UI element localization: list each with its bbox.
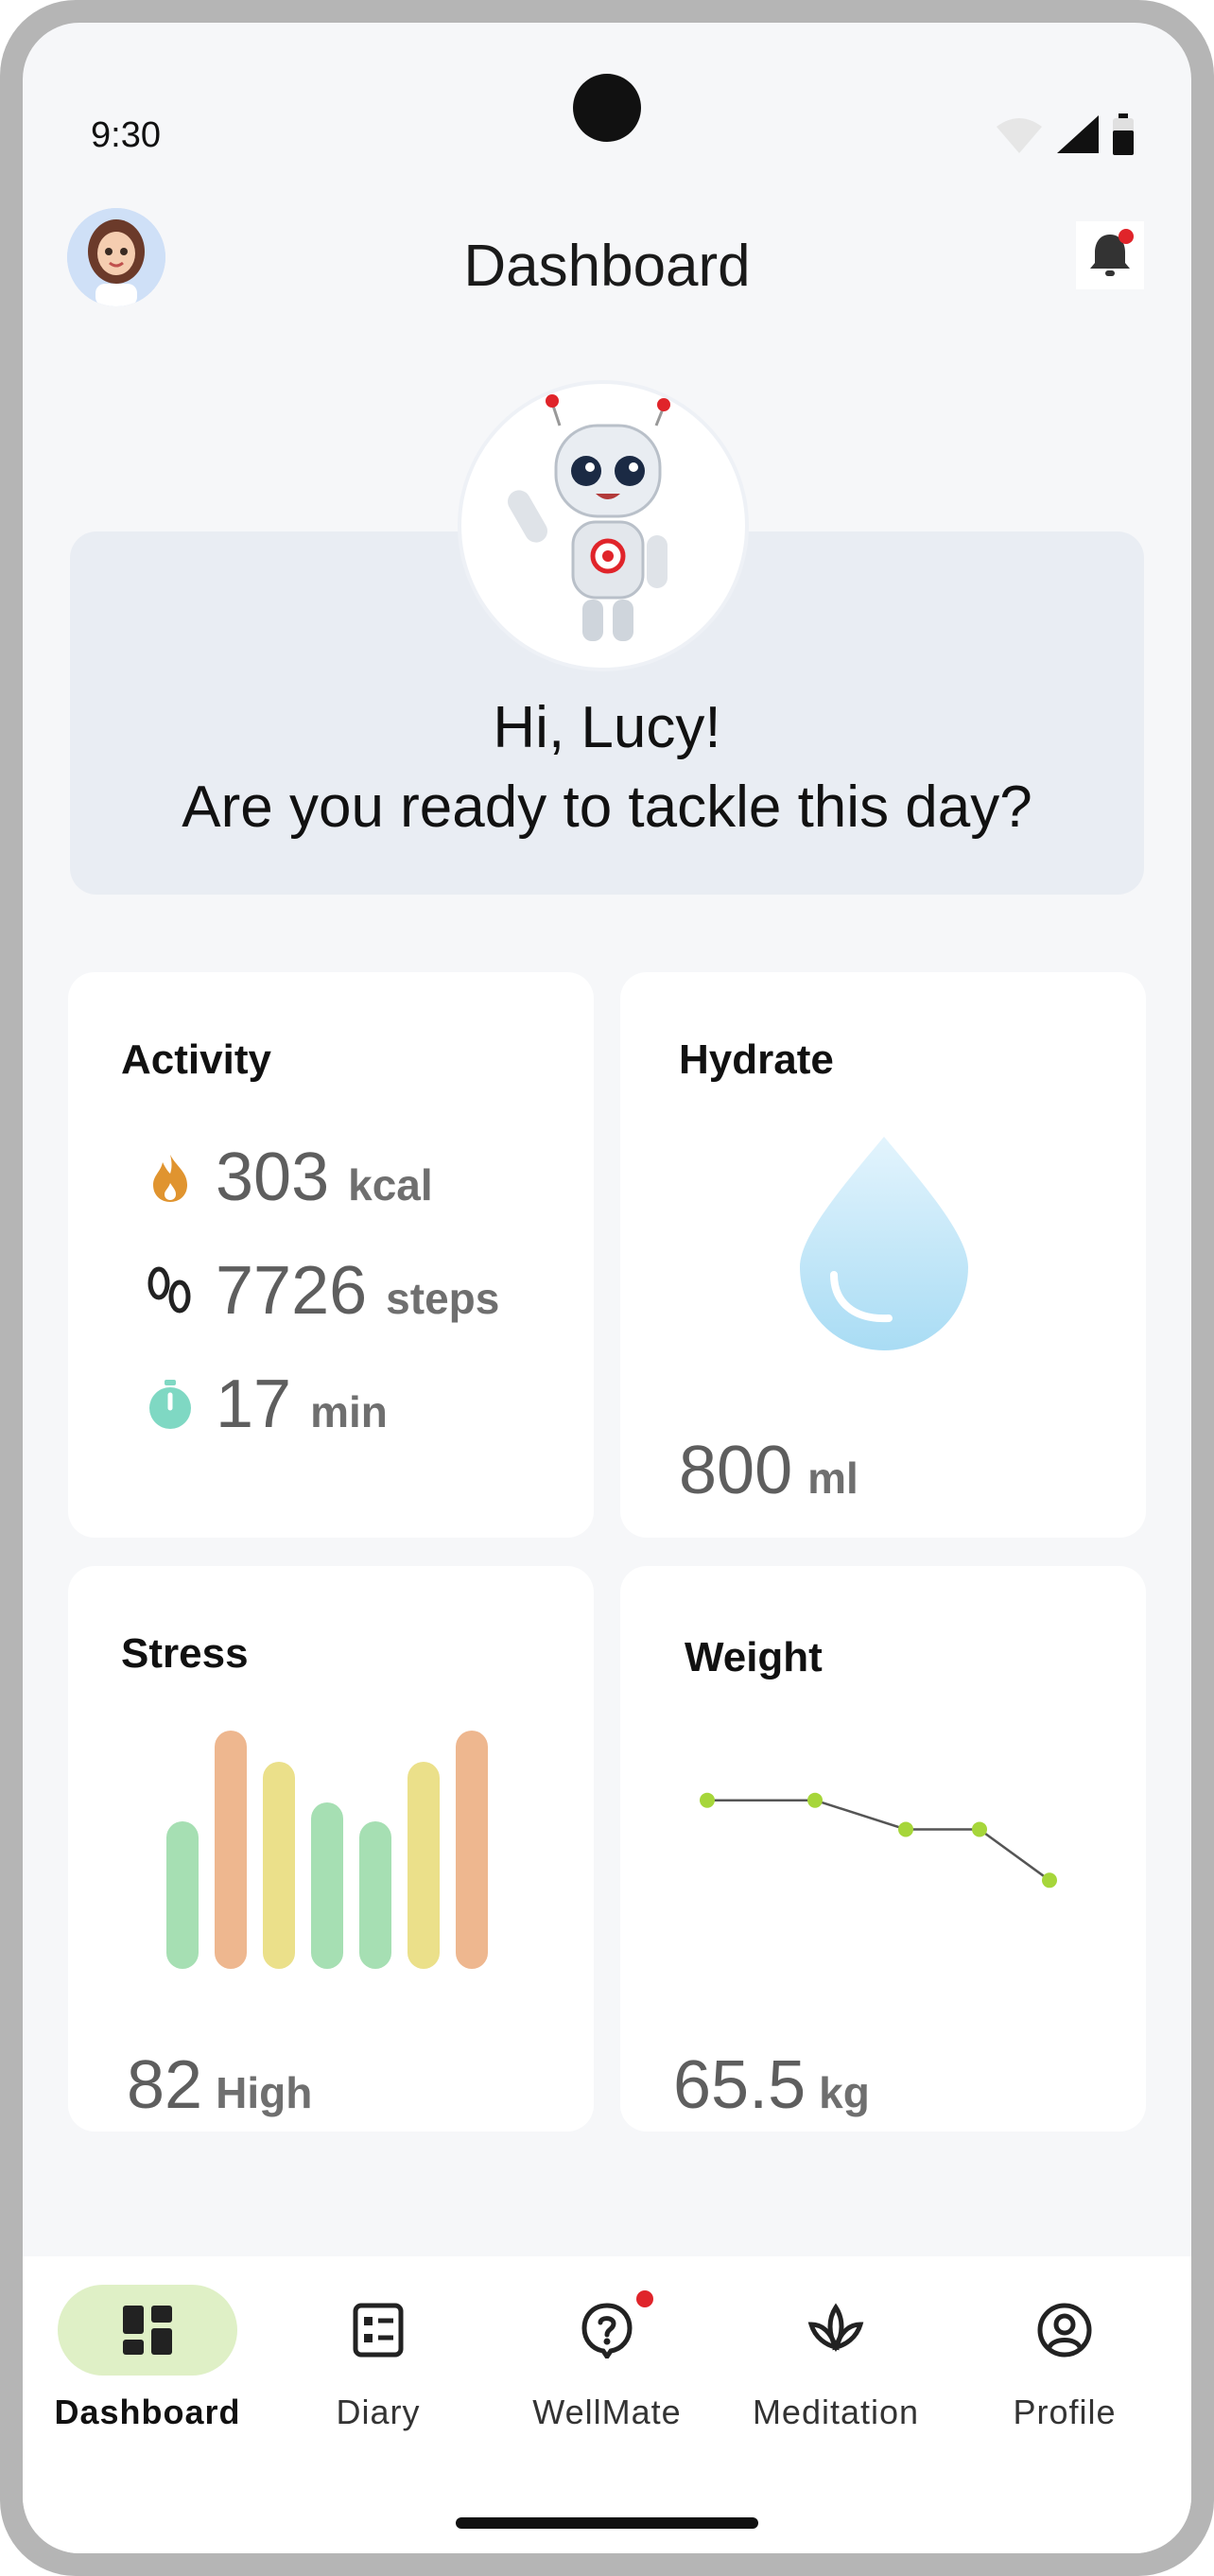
weight-point [972,1821,987,1837]
home-indicator[interactable] [456,2517,758,2529]
robot-mascot-illustration [508,394,670,641]
flame-icon [153,1155,187,1202]
activity-title: Activity [121,1036,271,1083]
front-camera [573,74,641,142]
stress-bar [456,1731,488,1969]
greeting-title: Hi, Lucy! [493,695,721,760]
steps-unit: steps [386,1274,500,1323]
diary-icon [353,2303,404,2358]
lotus-icon [807,2303,864,2353]
weight-point [898,1821,913,1837]
dashboard-icon [123,2306,172,2355]
activity-card[interactable]: Activity 303 kcal 7726 steps 17 min [68,972,594,1538]
signal-icon [1057,115,1099,153]
nav-label-wellmate: WellMate [532,2393,682,2431]
battery-icon [1113,113,1134,155]
stress-title: Stress [121,1630,249,1677]
device-frame: 9:30 Dashboard Hi, Lucy! Are you ready t… [0,0,1214,2576]
nav-label-diary: Diary [336,2393,421,2431]
weight-unit: kg [819,2068,870,2117]
stress-reading: 82 High [127,2046,312,2124]
footprints-icon [147,1266,191,1314]
stress-bar [263,1762,295,1969]
weight-reading: 65.5 kg [673,2046,870,2124]
nav-label-meditation: Meditation [752,2393,920,2431]
page-title: Dashboard [463,234,751,299]
app-screen: 9:30 Dashboard Hi, Lucy! Are you ready t… [23,23,1191,2553]
nav-label-dashboard: Dashboard [54,2393,241,2431]
stress-bar [311,1802,343,1969]
nav-item-wellmate[interactable]: WellMate [503,2285,711,2432]
hydrate-reading: 800 ml [679,1432,858,1509]
weight-point [700,1792,715,1808]
water-drop-icon [800,1137,968,1350]
duration-unit: min [310,1387,388,1436]
wellmate-badge [636,2290,653,2307]
nav-item-meditation[interactable]: Meditation [732,2285,940,2432]
calories-unit: kcal [348,1160,433,1210]
notifications-button[interactable] [1076,221,1144,289]
stress-bar [408,1762,440,1969]
wifi-icon [997,118,1042,153]
weight-trend-chart [700,1792,1057,1888]
stress-level: High [216,2068,313,2117]
stress-bar [215,1731,247,1969]
stress-bar [166,1821,199,1969]
nav-profile-pill [975,2285,1154,2376]
steps-value: 7726 [216,1253,368,1329]
nav-label-profile: Profile [1013,2393,1117,2431]
stress-value: 82 [127,2047,203,2123]
weight-point [807,1792,823,1808]
duration-value: 17 [216,1366,292,1442]
stress-bar-chart [166,1731,488,1969]
weight-card[interactable]: Weight 65.5 kg [620,1566,1146,2132]
bottom-navigation: Dashboard Diary WellMate Meditation Prof… [23,2256,1191,2553]
duration-row: 17 min [144,1366,388,1443]
nav-item-dashboard[interactable]: Dashboard [43,2285,251,2432]
weight-trend-line [707,1799,1050,1882]
greeting-subtitle: Are you ready to tackle this day? [182,775,1032,840]
calories-row: 303 kcal [144,1139,433,1216]
status-time: 9:30 [91,115,161,155]
hydrate-title: Hydrate [679,1036,834,1083]
weight-point [1042,1872,1057,1888]
hydrate-card[interactable]: Hydrate 800 ml [620,972,1146,1538]
nav-dashboard-pill [58,2285,237,2376]
robot-mascot [458,380,749,671]
stress-bar [359,1821,391,1969]
status-icons [995,113,1135,155]
nav-diary-pill [288,2285,468,2376]
nav-wellmate-pill [517,2285,697,2376]
bell-icon [1090,229,1134,276]
chat-help-icon [581,2303,633,2358]
steps-row: 7726 steps [144,1252,499,1330]
hydrate-value: 800 [679,1433,793,1508]
nav-item-profile[interactable]: Profile [961,2285,1169,2432]
weight-title: Weight [685,1634,823,1680]
profile-icon [1037,2303,1092,2358]
stopwatch-icon [149,1380,191,1429]
nav-item-diary[interactable]: Diary [274,2285,482,2432]
hydrate-unit: ml [807,1453,858,1503]
calories-value: 303 [216,1140,330,1215]
stress-card[interactable]: Stress 82 High [68,1566,594,2132]
nav-meditation-pill [746,2285,926,2376]
weight-value: 65.5 [673,2047,806,2123]
